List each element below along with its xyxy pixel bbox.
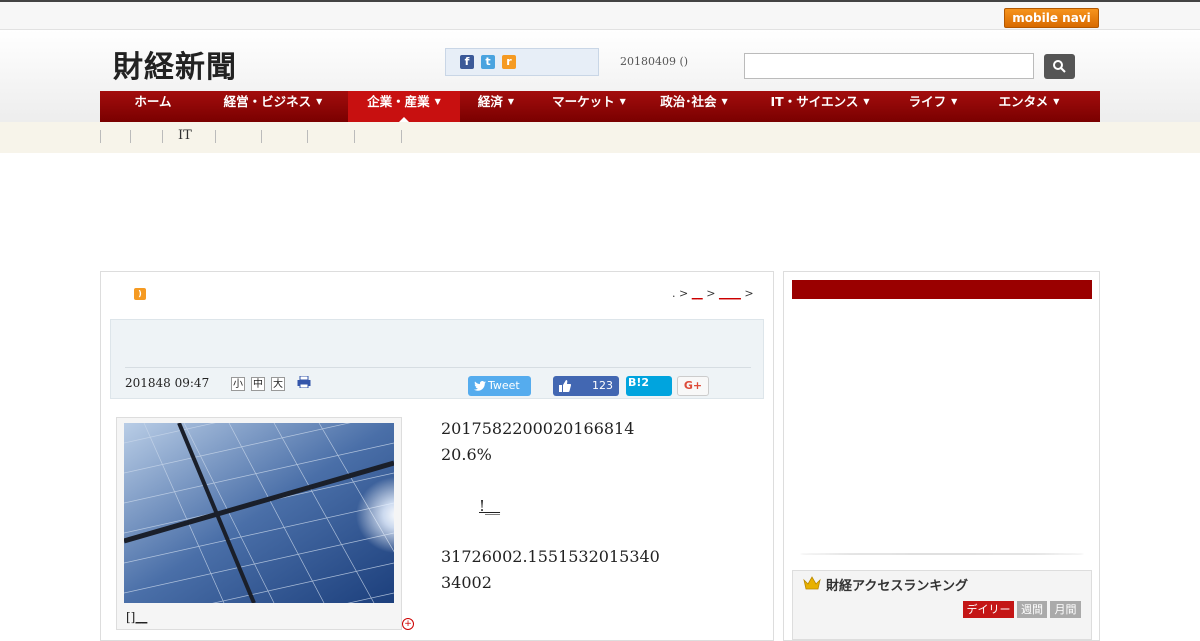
chevron-down-icon: ▼	[316, 97, 323, 106]
hatena-bookmark-button[interactable]: B!2	[626, 376, 672, 396]
twitter-icon	[474, 381, 486, 391]
zoom-icon[interactable]: +	[402, 618, 414, 630]
breadcrumb: . > __ > ____ >	[672, 287, 754, 300]
ranking-tab-weekly[interactable]: 週間	[1017, 601, 1047, 618]
nav-item-business[interactable]: 経営・ビジネス ▼	[212, 91, 334, 122]
chevron-down-icon: ▼	[721, 97, 728, 106]
like-count: 123	[592, 379, 613, 392]
nav-label: 政治･社会	[660, 94, 717, 109]
facebook-like-button[interactable]: 123	[553, 376, 619, 396]
divider	[800, 553, 1084, 555]
body-text: 34002	[441, 573, 492, 592]
subnav-divider	[261, 130, 262, 143]
nav-label: マーケット	[552, 94, 615, 109]
breadcrumb-suffix: >	[740, 287, 754, 300]
chevron-down-icon: ▼	[434, 97, 441, 106]
breadcrumb-link[interactable]: __	[692, 287, 703, 300]
nav-item-market[interactable]: マーケット ▼	[546, 91, 632, 122]
subnav-divider	[307, 130, 308, 143]
tweet-label: Tweet	[488, 379, 520, 392]
sidebar-header-bar	[792, 280, 1092, 299]
nav-item-industry[interactable]: 企業・産業 ▼	[348, 91, 460, 122]
article-date: 201848 09:47	[125, 376, 210, 390]
nav-item-politics[interactable]: 政治･社会 ▼	[656, 91, 732, 122]
nav-item-entertainment[interactable]: エンタメ ▼	[994, 91, 1064, 122]
body-text: 2017582200020166814	[441, 419, 635, 438]
header-date: 20180409 ()	[620, 55, 689, 68]
font-size-medium-button[interactable]: 中	[251, 377, 265, 391]
chevron-down-icon: ▼	[951, 97, 958, 106]
chevron-down-icon: ▼	[619, 97, 626, 106]
subnav-item-it[interactable]: IT	[178, 128, 192, 143]
site-logo[interactable]: 財経新聞	[113, 42, 237, 86]
breadcrumb-prefix: . >	[672, 287, 692, 300]
nav-label: ライフ	[908, 94, 947, 109]
subnav-divider	[401, 130, 402, 143]
divider	[125, 367, 751, 368]
crown-icon	[803, 576, 821, 590]
font-size-small-button[interactable]: 小	[231, 377, 245, 391]
mobile-navi-button[interactable]: mobile navi	[1004, 8, 1099, 28]
breadcrumb-link[interactable]: ____	[719, 287, 741, 300]
body-text: 20.6%	[441, 445, 492, 464]
font-size-large-button[interactable]: 大	[271, 377, 285, 391]
article-link[interactable]: !__	[479, 497, 500, 515]
subnav-divider	[130, 130, 131, 143]
search-button[interactable]	[1044, 54, 1075, 79]
social-links: f t r	[445, 48, 599, 76]
subnav-divider	[162, 130, 163, 143]
nav-label: 経営・ビジネス	[223, 94, 312, 109]
nav-item-it-science[interactable]: IT・サイエンス ▼	[764, 91, 876, 122]
ranking-title: 財経アクセスランキング	[826, 579, 968, 594]
chevron-down-icon: ▼	[863, 97, 870, 106]
article-photo[interactable]	[124, 423, 394, 603]
chevron-down-icon: ▼	[507, 97, 515, 106]
nav-label: IT・サイエンス	[770, 94, 859, 109]
ranking-tab-daily[interactable]: デイリー	[963, 601, 1014, 618]
chevron-down-icon: ▼	[1053, 97, 1060, 106]
nav-label: エンタメ	[998, 94, 1049, 109]
thumbs-up-icon	[559, 380, 571, 392]
subnav-divider	[354, 130, 355, 143]
solar-panel-image	[124, 423, 394, 603]
rss-icon[interactable]: )	[134, 288, 146, 300]
subnav-divider	[100, 130, 101, 143]
hatena-label: B!	[628, 376, 642, 389]
nav-item-home[interactable]: ホーム	[110, 91, 196, 122]
twitter-icon[interactable]: t	[481, 55, 495, 69]
nav-label: 経済	[477, 94, 503, 109]
google-plus-button[interactable]: G+	[677, 376, 709, 396]
ranking-tab-monthly[interactable]: 月間	[1050, 601, 1081, 618]
breadcrumb-sep: >	[702, 287, 719, 300]
facebook-icon[interactable]: f	[460, 55, 474, 69]
main-nav: ホーム 経営・ビジネス ▼ 企業・産業 ▼ 経済 ▼ マーケット ▼ 政治･社会 ▼ IT…	[100, 91, 1100, 122]
nav-item-life[interactable]: ライフ ▼	[902, 91, 964, 122]
photo-caption-link[interactable]: []__	[126, 610, 147, 624]
body-text: 31726002.1551532015340	[441, 547, 660, 566]
nav-item-economy[interactable]: 経済 ▼	[470, 91, 522, 122]
hatena-count: 2	[641, 376, 650, 389]
rss-icon[interactable]: r	[502, 55, 516, 69]
subnav-divider	[215, 130, 216, 143]
print-icon[interactable]	[297, 376, 311, 388]
search-icon	[1053, 60, 1066, 73]
nav-label: ホーム	[134, 94, 172, 109]
search-input[interactable]	[744, 53, 1034, 79]
nav-label: 企業・産業	[367, 94, 430, 109]
tweet-button[interactable]: Tweet	[468, 376, 531, 396]
